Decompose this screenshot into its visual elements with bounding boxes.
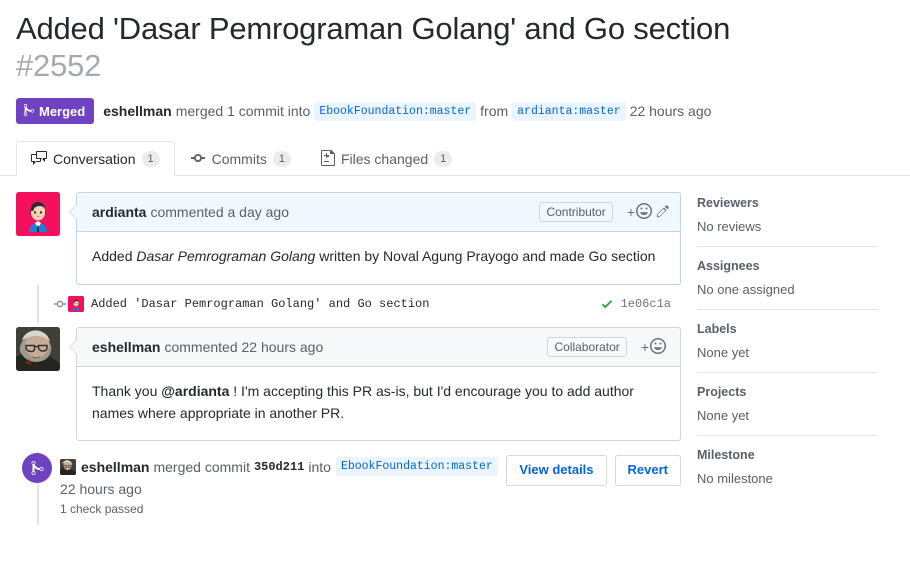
- comment-header: eshellman commented 22 hours ago Collabo…: [77, 328, 680, 368]
- comment-body: Added Dasar Pemrograman Golang written b…: [77, 232, 680, 285]
- sidebar-title-assignees: Assignees: [697, 259, 760, 274]
- merged-commit-sha[interactable]: 350d211: [254, 460, 304, 474]
- merger-username[interactable]: eshellman: [103, 103, 171, 119]
- sidebar-section-milestone[interactable]: Milestone No milestone: [697, 435, 878, 498]
- sidebar-section-projects[interactable]: Projects None yet: [697, 372, 878, 435]
- tab-files-changed[interactable]: Files changed 1: [306, 141, 467, 176]
- merge-event-line: eshellman merged commit 350d211 into Ebo…: [60, 457, 506, 477]
- merge-user-name[interactable]: eshellman: [81, 459, 149, 475]
- comment-body: Thank you @ardianta ! I'm accepting this…: [77, 367, 680, 441]
- merge-action-text: merged commit: [153, 458, 250, 475]
- status-badge-label: Merged: [39, 103, 86, 119]
- merge-event-timestamp: 22 hours ago: [60, 481, 142, 498]
- comment-text-suffix: written by Noval Agung Prayogo and made …: [315, 248, 656, 265]
- add-reaction-button[interactable]: +: [626, 202, 652, 222]
- commit-status-area: 1e06c1a: [600, 297, 671, 311]
- sidebar-section-labels[interactable]: Labels None yet: [697, 309, 878, 372]
- sidebar-section-reviewers[interactable]: Reviewers No reviews: [697, 196, 878, 246]
- tab-conversation-count: 1: [141, 151, 160, 168]
- merge-event-actions: View details Revert: [506, 453, 681, 487]
- check-passed-icon[interactable]: [600, 297, 614, 311]
- smiley-icon: [650, 337, 666, 357]
- tab-files-changed-label: Files changed: [340, 151, 429, 168]
- sidebar-value-labels: None yet: [697, 345, 750, 361]
- comment-timestamp: commented a day ago: [150, 204, 289, 221]
- git-commit-dot-icon: [52, 296, 68, 313]
- pr-body: ardianta commented a day ago Contributor…: [0, 176, 910, 526]
- merge-badge-icon: [22, 453, 52, 484]
- comment-text-italic: Dasar Pemrograman Golang: [136, 248, 316, 265]
- tab-commits-label: Commits: [211, 151, 267, 168]
- smiley-icon: [636, 202, 652, 222]
- tab-files-changed-count: 1: [434, 151, 453, 168]
- base-branch-label[interactable]: EbookFoundation:master: [314, 101, 477, 121]
- mention-link[interactable]: @ardianta: [161, 383, 229, 399]
- sidebar-title-projects: Projects: [697, 385, 747, 400]
- file-diff-icon: [320, 149, 341, 169]
- comment-author-name[interactable]: ardianta: [92, 204, 146, 220]
- comment-text-prefix: Thank you: [92, 383, 162, 400]
- sidebar-section-assignees[interactable]: Assignees No one assigned: [697, 246, 878, 309]
- tab-conversation[interactable]: Conversation 1: [16, 141, 175, 177]
- merge-checks-status: 1 check passed: [60, 502, 144, 517]
- tab-conversation-label: Conversation: [53, 151, 136, 168]
- pr-title-text: Added 'Dasar Pemrograman Golang' and Go …: [16, 11, 731, 46]
- pull-request-page: Added 'Dasar Pemrograman Golang' and Go …: [0, 0, 910, 562]
- author-association-badge: Collaborator: [547, 337, 627, 358]
- timeline-commit-row: Added 'Dasar Pemrograman Golang' and Go …: [38, 285, 681, 323]
- pr-sidebar: Reviewers No reviews Assignees No one as…: [681, 192, 878, 525]
- pencil-icon: [656, 204, 670, 221]
- avatar-mini-ardianta[interactable]: [68, 296, 84, 313]
- sidebar-title-milestone: Milestone: [697, 448, 755, 463]
- merged-text: merged 1 commit into: [175, 103, 311, 120]
- merge-target-branch[interactable]: EbookFoundation:master: [335, 457, 498, 477]
- commit-sha[interactable]: 1e06c1a: [621, 297, 671, 311]
- author-association-badge: Contributor: [539, 202, 613, 223]
- sidebar-value-projects: None yet: [697, 408, 750, 424]
- page-title: Added 'Dasar Pemrograman Golang' and Go …: [16, 10, 894, 84]
- git-merge-icon: [23, 103, 39, 119]
- merge-event: eshellman merged commit 350d211 into Ebo…: [16, 451, 681, 525]
- pr-meta: Merged eshellman merged 1 commit into Eb…: [16, 98, 894, 125]
- comment-box-ardianta: ardianta commented a day ago Contributor…: [69, 192, 681, 286]
- timeline-comment-ardianta: ardianta commented a day ago Contributor…: [16, 192, 681, 286]
- sidebar-value-assignees: No one assigned: [697, 282, 795, 298]
- plus-sign: +: [626, 204, 635, 221]
- git-commit-icon: [190, 150, 212, 169]
- comment-discussion-icon: [31, 150, 53, 169]
- pr-number: #2552: [16, 48, 102, 84]
- comment-timestamp: commented 22 hours ago: [164, 339, 324, 356]
- merge-timestamp: 22 hours ago: [629, 103, 712, 120]
- avatar-mini-eshellman[interactable]: [60, 458, 76, 475]
- merge-event-text: eshellman merged commit 350d211 into Ebo…: [60, 453, 506, 516]
- revert-button[interactable]: Revert: [614, 455, 681, 487]
- add-reaction-button[interactable]: +: [640, 337, 666, 357]
- avatar-eshellman[interactable]: [16, 327, 60, 372]
- comment-box-eshellman: eshellman commented 22 hours ago Collabo…: [69, 327, 681, 442]
- avatar-ardianta[interactable]: [16, 192, 60, 237]
- commit-message[interactable]: Added 'Dasar Pemrograman Golang' and Go …: [91, 297, 429, 311]
- sidebar-value-milestone: No milestone: [697, 471, 773, 487]
- timeline-comment-eshellman: eshellman commented 22 hours ago Collabo…: [16, 327, 681, 442]
- sidebar-value-reviewers: No reviews: [697, 219, 762, 235]
- status-badge: Merged: [16, 98, 95, 125]
- comment-author-name[interactable]: eshellman: [92, 339, 160, 355]
- pr-tabnav: Conversation 1 Commits 1 Files changed 1: [0, 140, 910, 177]
- tab-commits-count: 1: [272, 151, 291, 168]
- from-text: from: [480, 103, 509, 120]
- view-details-button[interactable]: View details: [506, 455, 607, 487]
- head-branch-label[interactable]: ardianta:master: [512, 101, 626, 121]
- comment-text-prefix: Added: [92, 248, 137, 265]
- tab-commits[interactable]: Commits 1: [175, 141, 306, 176]
- comment-header: ardianta commented a day ago Contributor…: [77, 193, 680, 233]
- timeline-column: ardianta commented a day ago Contributor…: [16, 192, 681, 526]
- sidebar-title-labels: Labels: [697, 322, 737, 337]
- plus-sign: +: [640, 339, 649, 356]
- sidebar-title-reviewers: Reviewers: [697, 196, 759, 211]
- edit-comment-button[interactable]: [656, 204, 670, 221]
- pr-header: Added 'Dasar Pemrograman Golang' and Go …: [0, 0, 910, 125]
- merge-into-text: into: [308, 458, 331, 475]
